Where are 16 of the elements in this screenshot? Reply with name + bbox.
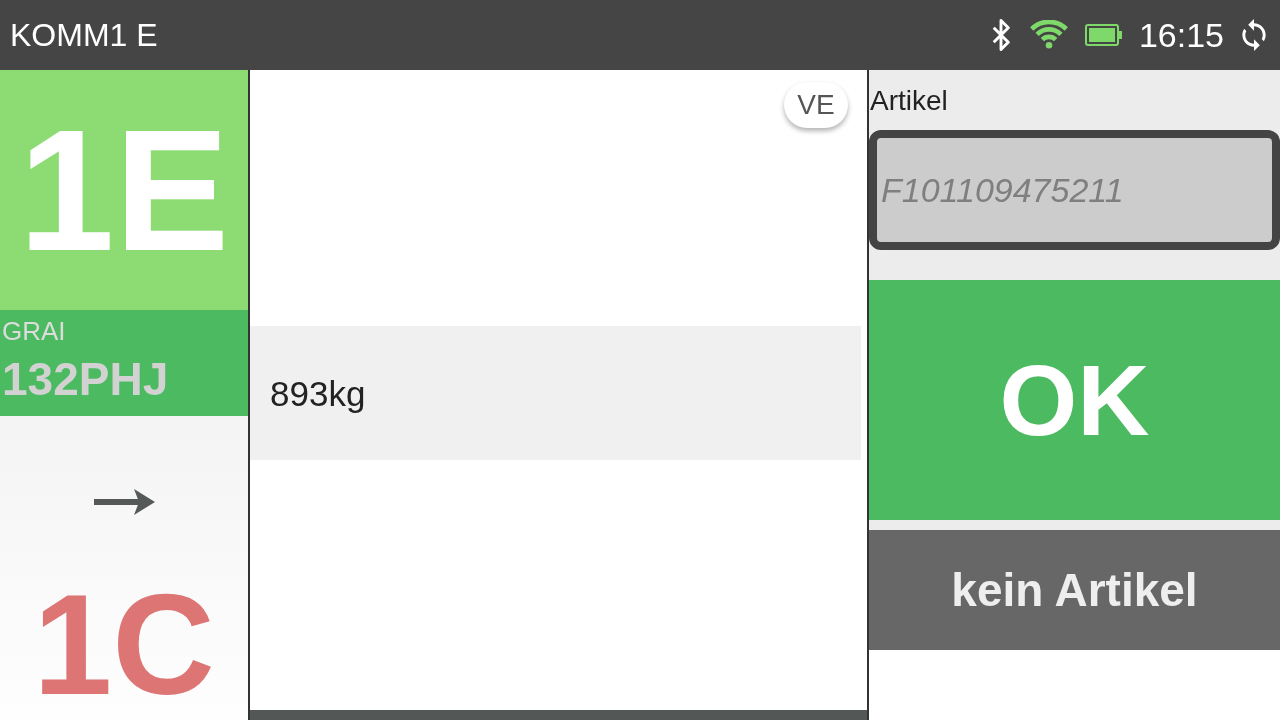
- app-title: KOMM1 E: [10, 19, 158, 51]
- bluetooth-icon: [990, 19, 1011, 51]
- battery-icon: [1084, 24, 1123, 46]
- arrow-right-icon: [92, 488, 156, 516]
- weight-value: 893kg: [270, 375, 366, 411]
- target-location: 1C: [33, 574, 215, 716]
- wifi-icon: [1028, 20, 1069, 50]
- article-label: Artikel: [870, 87, 949, 115]
- no-article-button[interactable]: kein Artikel: [869, 530, 1280, 650]
- ve-badge[interactable]: VE: [784, 82, 848, 128]
- ok-button[interactable]: OK: [869, 280, 1280, 520]
- article-field[interactable]: F101109475211: [869, 130, 1280, 250]
- grai-label: GRAI: [2, 318, 67, 344]
- source-location: 1E: [18, 104, 230, 276]
- clock-time: 16:15: [1138, 18, 1224, 52]
- grai-value: 132PHJ: [2, 356, 170, 402]
